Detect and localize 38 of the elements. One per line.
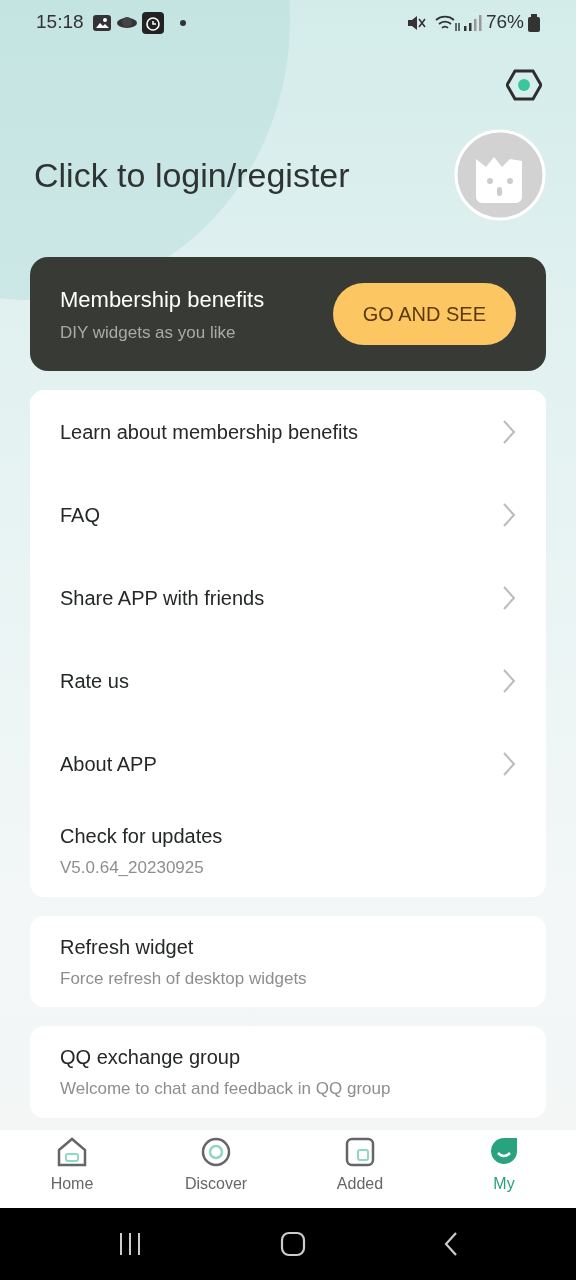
menu-item-subtitle: Welcome to chat and feedback in QQ group xyxy=(60,1078,392,1100)
nav-tab[interactable]: Discover xyxy=(144,1130,288,1208)
menu-item[interactable]: Share APP with friends xyxy=(60,582,265,613)
chevron-right-icon xyxy=(502,584,516,611)
nav-tab[interactable]: Added xyxy=(288,1130,432,1208)
go-and-see-button[interactable]: GO AND SEE xyxy=(332,283,516,345)
gallery-icon xyxy=(91,13,112,32)
menu-item[interactable]: About APP xyxy=(60,748,157,779)
nav-tab[interactable]: Home xyxy=(0,1130,144,1208)
added-icon xyxy=(344,1136,376,1168)
menu-item[interactable]: Learn about membership benefits xyxy=(60,416,358,447)
menu-item[interactable]: FAQ xyxy=(60,499,100,530)
menu-item[interactable]: Rate us xyxy=(60,665,129,696)
home-button-icon[interactable] xyxy=(280,1231,306,1257)
dot-icon xyxy=(179,19,186,26)
menu-item[interactable]: QQ exchange group xyxy=(60,1042,516,1072)
signal-icon xyxy=(461,13,482,32)
chevron-right-icon xyxy=(502,501,516,528)
menu-item[interactable]: Refresh widget xyxy=(60,931,516,962)
battery-icon xyxy=(528,13,540,32)
menu-item-subtitle: V5.0.64_20230925 xyxy=(60,857,205,879)
settings-icon[interactable] xyxy=(506,69,542,101)
chevron-right-icon xyxy=(502,418,516,445)
chevron-right-icon xyxy=(502,667,516,694)
battery-level: 76% xyxy=(485,10,524,35)
status-time: 15:18 xyxy=(36,10,84,35)
menu-item-subtitle: Force refresh of desktop widgets xyxy=(60,967,308,990)
discover-icon xyxy=(200,1136,232,1168)
banner-title: Membership benefits xyxy=(60,285,265,314)
menu-item[interactable]: Check for updates xyxy=(60,821,516,851)
planet-icon xyxy=(115,14,138,31)
banner-subtitle: DIY widgets as you like xyxy=(60,321,237,344)
home-icon xyxy=(56,1136,88,1168)
login-title[interactable]: Click to login/register xyxy=(30,149,350,201)
mute-icon xyxy=(405,13,426,32)
back-icon[interactable] xyxy=(443,1231,460,1257)
chevron-right-icon xyxy=(502,750,516,777)
alarm-icon xyxy=(141,11,164,34)
